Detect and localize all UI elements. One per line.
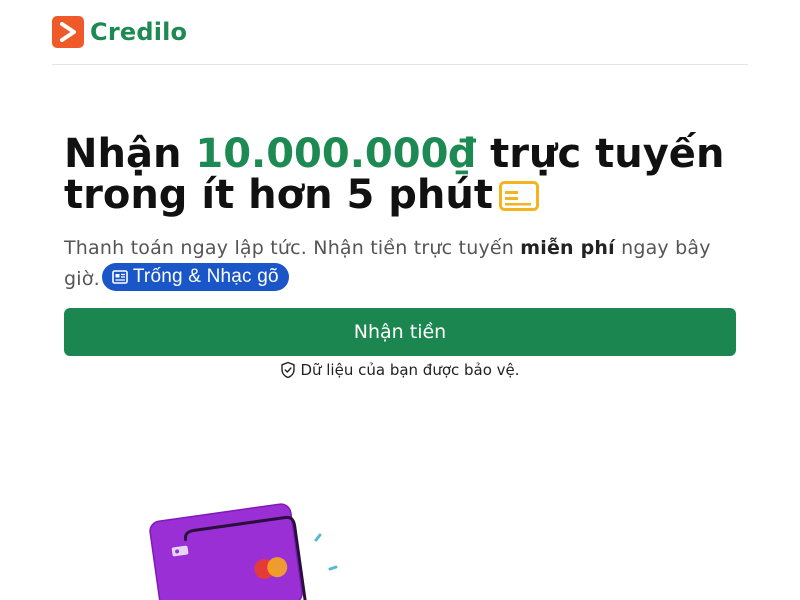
subtext-before: Thanh toán ngay lập tức. Nhận tiền trực … xyxy=(64,237,521,259)
pill-label: Trống & Nhạc gõ xyxy=(132,266,279,287)
security-text: Dữ liệu của bạn được bảo vệ. xyxy=(300,361,520,379)
shield-check-icon xyxy=(281,361,296,379)
news-icon xyxy=(112,270,128,284)
hero-headline: Nhận 10.000.000₫ trực tuyến trong ít hơn… xyxy=(64,134,736,219)
translation-pill[interactable]: Trống & Nhạc gõ xyxy=(101,263,289,291)
hero-subtext: Thanh toán ngay lập tức. Nhận tiền trực … xyxy=(64,233,736,294)
brand-name: Credilo xyxy=(90,18,188,46)
headline-amount: 10.000.000₫ xyxy=(195,131,477,177)
subtext-emphasis: miễn phí xyxy=(520,237,615,259)
credit-card-illustration xyxy=(140,495,360,600)
brand-logo[interactable]: Credilo xyxy=(52,16,187,48)
security-note: Dữ liệu của bạn được bảo vệ. xyxy=(0,361,800,379)
site-header: Credilo xyxy=(52,0,748,65)
hero-section: Nhận 10.000.000₫ trực tuyến trong ít hơn… xyxy=(64,134,736,294)
get-money-button[interactable]: Nhận tiền xyxy=(64,308,736,356)
headline-prefix: Nhận xyxy=(64,131,196,177)
logo-play-icon xyxy=(52,16,84,48)
card-icon xyxy=(498,178,539,219)
